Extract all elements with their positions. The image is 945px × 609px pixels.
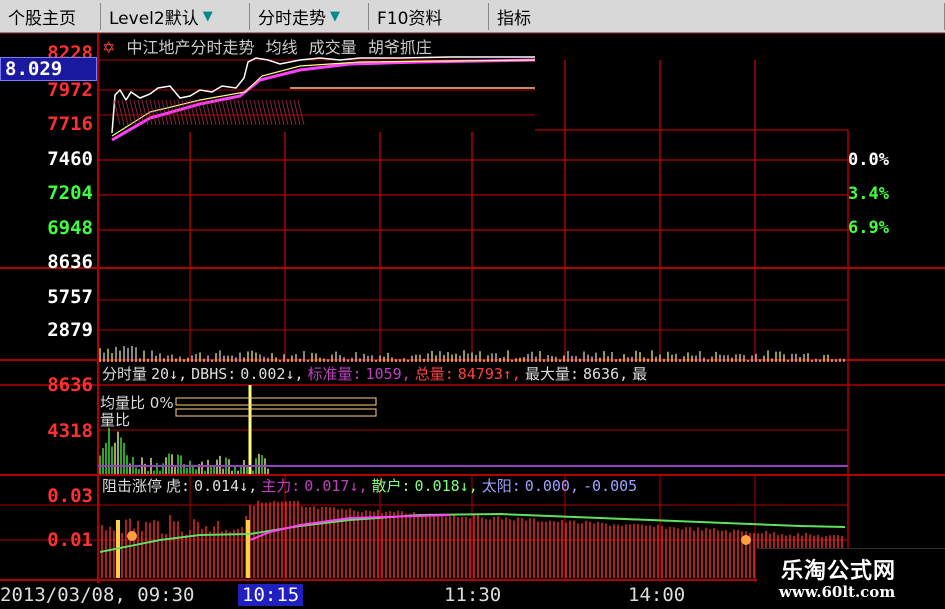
ind-sun-label: 太阳:: [481, 477, 521, 495]
price-axis-label: 7716: [47, 113, 93, 135]
dropdown-arrow-icon[interactable]: ▼: [330, 9, 340, 24]
signal-marker: [741, 535, 751, 545]
ind-max-vol-value: 8636,: [582, 365, 629, 383]
sub-axis-label: 4318: [47, 420, 93, 442]
ind-retail-value: 0.018↓,: [414, 477, 478, 495]
ind-main-value: 0.017↓,: [304, 477, 368, 495]
price-axis-label: 7460: [47, 148, 93, 170]
price-axis-label: 7972: [47, 79, 93, 101]
price-inset: [100, 52, 535, 132]
time-label: 14:00: [628, 584, 686, 606]
tab-f10-info[interactable]: F10资料: [369, 2, 489, 30]
ind-truncated: 最: [632, 365, 648, 383]
avg-vol-ratio-label: 均量比: [100, 394, 146, 412]
ind-total-vol-value: 84793↑,: [457, 365, 521, 383]
tab-stock-home[interactable]: 个股主页: [0, 2, 101, 30]
ind-name: 阻击涨停: [102, 477, 163, 495]
price-axis-label: 6948: [47, 217, 93, 239]
ind-std-vol-value: 1059,: [365, 365, 411, 383]
dropdown-arrow-icon[interactable]: ▼: [203, 9, 213, 24]
pct-axis-label: 6.9%: [848, 218, 889, 238]
watermark-name: 乐淘公式网: [781, 559, 897, 584]
ind-axis-label: 0.03: [47, 485, 93, 507]
ratio-labels: 均量比 0% 量比: [100, 395, 174, 429]
current-price-box: 8.029: [0, 57, 97, 81]
ind-max-vol-label: 最大量:: [524, 365, 579, 383]
tab-indicators[interactable]: 指标: [489, 2, 945, 30]
star-icon[interactable]: ✡: [102, 38, 115, 57]
title-volume: 成交量: [308, 38, 357, 57]
ind-retail-label: 散户:: [371, 477, 411, 495]
price-axis-label: 7204: [47, 182, 93, 204]
ind-sun-value2: -0.005: [582, 477, 638, 495]
ind-sun-value: 0.000,: [524, 477, 579, 495]
ind-total-vol-label: 总量:: [414, 365, 454, 383]
ind-dbhs-value: 0.002↓,: [240, 365, 304, 383]
title-stock-name: 中江地产分时走势: [126, 38, 255, 57]
volume-axis-label: 5757: [47, 286, 93, 308]
ind-dbhs-label: DBHS:: [191, 365, 237, 383]
time-label: 11:30: [444, 584, 502, 606]
tab-bar: 个股主页 Level2默认 ▼ 分时走势 ▼ F10资料 指标: [0, 0, 945, 33]
pct-axis-label: 0.0%: [848, 150, 889, 170]
pct-axis-label: 3.4%: [848, 184, 889, 204]
volume-axis-label: 8636: [47, 251, 93, 273]
price-panel-title: ✡ 中江地产分时走势 均线 成交量 胡爷抓庄: [102, 34, 438, 58]
watermark-url: www.60lt.com: [779, 583, 896, 601]
ind-vol-value: 20↓,: [151, 365, 188, 383]
intraday-chart[interactable]: [0, 33, 945, 583]
avg-vol-ratio-value: 0%: [149, 394, 174, 412]
vol-ratio-label: 量比: [100, 411, 131, 429]
limit-up-indicator-row: 阻击涨停 虎: 0.014↓, 主力: 0.017↓, 散户: 0.018↓, 太阳: 0.00…: [102, 476, 641, 496]
ind-main-label: 主力:: [261, 477, 301, 495]
tab-level2-default[interactable]: Level2默认 ▼: [101, 2, 250, 30]
volume-axis-label: 2879: [47, 319, 93, 341]
time-label-highlighted: 10:15: [238, 584, 304, 606]
title-indicator: 胡爷抓庄: [367, 38, 432, 57]
signal-marker: [127, 531, 137, 541]
ind-std-vol-label: 标准量:: [307, 365, 362, 383]
ind-tiger-label: 虎:: [166, 477, 191, 495]
watermark: 乐淘公式网 www.60lt.com: [757, 548, 945, 609]
sub-axis-label: 8636: [47, 374, 93, 396]
ratio-bar: [175, 397, 377, 406]
ind-axis-label: 0.01: [47, 529, 93, 551]
title-avg-line: 均线: [265, 38, 298, 57]
ratio-bar: [175, 408, 377, 417]
ind-vol-name: 分时量: [102, 365, 148, 383]
volume-indicator-row: 分时量 20↓, DBHS: 0.002↓, 标准量: 1059, 总量: 84793↑, 最大…: [102, 364, 651, 384]
ind-tiger-value: 0.014↓,: [194, 477, 258, 495]
tab-time-trend[interactable]: 分时走势 ▼: [250, 2, 369, 30]
time-label: 2013/03/08, 09:30: [0, 584, 195, 606]
